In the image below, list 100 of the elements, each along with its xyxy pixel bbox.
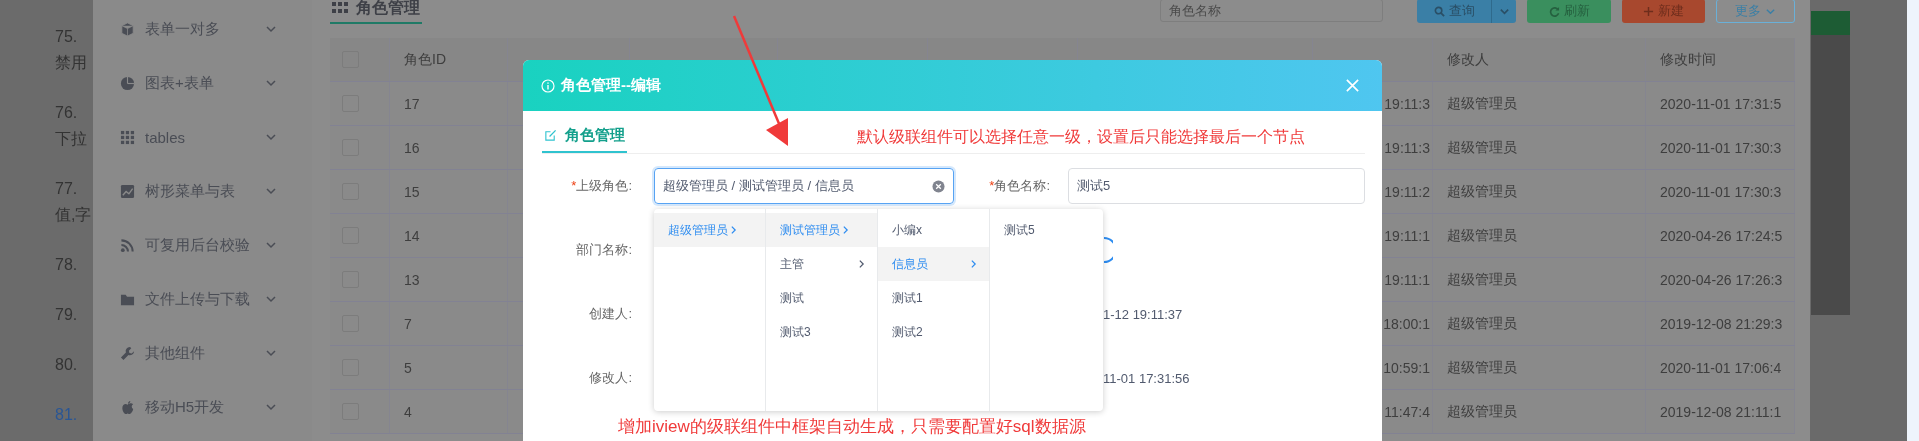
table-cell: 2019-12-08 21:11:1 — [1660, 403, 1782, 420]
cascader-field[interactable]: 超级管理员 / 测试管理员 / 信息员 — [654, 168, 954, 204]
table-cell: 2020-11-01 17:06:4 — [1660, 359, 1782, 376]
close-icon[interactable] — [1345, 78, 1360, 93]
rss-icon — [120, 237, 135, 253]
list-number: 78. — [55, 255, 79, 275]
table-cell: 超级管理员 — [1447, 314, 1517, 333]
annotation-text: 增加iview的级联组件中框架自动生成，只需要配置好sql数据源 — [618, 416, 1087, 438]
list-number: 81. — [55, 405, 79, 425]
field-label: 部门名称: — [576, 241, 632, 259]
grid-icon — [120, 129, 135, 145]
sidebar-item[interactable]: 移动H5开发 — [93, 380, 312, 434]
cascader-option[interactable]: 测试1 — [878, 281, 989, 315]
chevron-down-icon — [265, 131, 277, 143]
info-icon — [541, 78, 555, 93]
list-text: 禁用 — [55, 53, 88, 73]
table-cell: 10:59:1 — [1383, 359, 1430, 376]
sidebar-item[interactable]: 其他组件 — [93, 326, 312, 380]
search-icon — [1433, 5, 1445, 17]
refresh-icon — [1548, 5, 1560, 17]
dialog-title: 角色管理--编辑 — [561, 76, 661, 95]
list-number: 77. — [55, 179, 79, 199]
fruit-icon — [120, 399, 135, 415]
grid-icon — [332, 2, 348, 14]
field-label: *上级角色: — [571, 177, 632, 195]
chevron-down-icon — [265, 347, 277, 359]
dropdown-button[interactable] — [1491, 0, 1516, 23]
cascader-option[interactable]: 测试2 — [878, 315, 989, 349]
table-cell: 19:11:2 — [1384, 183, 1430, 200]
chevron-down-icon — [265, 293, 277, 305]
table-cell: 2019-12-08 21:29:3 — [1660, 315, 1783, 332]
list-number: 80. — [55, 355, 79, 375]
table-cell: 2020-04-26 17:24:5 — [1660, 227, 1783, 244]
table-cell: 13 — [404, 271, 420, 288]
chevron-down-icon — [265, 185, 277, 197]
table-cell: 2020-04-26 17:26:3 — [1660, 271, 1783, 288]
cascader-option[interactable]: 测试管理员 — [766, 213, 877, 247]
wrench-icon — [120, 345, 135, 361]
table-cell: 18:00:1 — [1383, 315, 1430, 332]
search-field[interactable]: 角色名称 — [1160, 0, 1383, 22]
field-label: 修改人: — [589, 369, 632, 387]
column-header: 修改人 — [1447, 50, 1489, 69]
page-title: 角色管理 — [330, 0, 422, 24]
sidebar-item[interactable]: 可复用后台校验 — [93, 218, 312, 272]
table-cell: 超级管理员 — [1447, 138, 1517, 157]
tab[interactable]: 角色管理 — [542, 126, 627, 153]
cascader-option[interactable]: 测试5 — [990, 213, 1102, 247]
search-button[interactable]: 查询 — [1417, 0, 1491, 23]
table-cell: 超级管理员 — [1447, 270, 1517, 289]
input-field[interactable]: 测试5 — [1068, 168, 1365, 204]
plus-icon — [1643, 5, 1654, 17]
table-cell: 超级管理员 — [1447, 182, 1517, 201]
cascader-option[interactable]: 小编x — [878, 213, 989, 247]
toggle-edge-icon[interactable] — [1103, 237, 1113, 263]
chevron-down-icon — [265, 23, 277, 35]
cascader-option[interactable]: 主管 — [766, 247, 877, 281]
table-cell: 超级管理员 — [1447, 94, 1517, 113]
table-cell: 2020-11-01 17:31:5 — [1660, 95, 1782, 112]
table-cell: 19:11:3 — [1384, 95, 1430, 112]
line-chart-icon — [120, 183, 135, 199]
table-cell: 19:11:1 — [1384, 271, 1430, 288]
table-cell: 4 — [404, 403, 412, 420]
table-cell: 7 — [404, 315, 412, 332]
list-text: 值,字 — [55, 205, 93, 225]
list-number: 76. — [55, 103, 79, 123]
chevron-down-icon — [265, 239, 277, 251]
table-cell: 超级管理员 — [1447, 402, 1517, 421]
table-cell: 2020-11-01 17:30:3 — [1660, 183, 1782, 200]
field-value: 1-12 19:11:37 — [1103, 306, 1183, 322]
pie-chart-icon — [120, 75, 135, 91]
column-header: 修改时间 — [1660, 50, 1716, 69]
chevron-down-icon — [265, 77, 277, 89]
table-cell: 15 — [404, 183, 420, 200]
sidebar-item[interactable]: 图表+表单 — [93, 56, 312, 110]
list-number: 75. — [55, 27, 79, 47]
field-label: *角色名称: — [989, 177, 1050, 195]
table-cell: 超级管理员 — [1447, 226, 1517, 245]
table-cell: 11:47:4 — [1384, 403, 1430, 420]
list-number: 79. — [55, 305, 79, 325]
field-value: 11-01 17:31:56 — [1103, 370, 1190, 386]
edit-icon — [544, 129, 557, 142]
chevron-down-icon — [265, 401, 277, 413]
field-label: 创建人: — [589, 305, 632, 323]
sidebar-item[interactable]: 树形菜单与表 — [93, 164, 312, 218]
column-header: 角色ID — [404, 50, 446, 69]
list-text: 下拉 — [55, 129, 88, 149]
table-cell: 19:11:1 — [1384, 227, 1430, 244]
table-cell: 14 — [404, 227, 420, 244]
table-cell: 5 — [404, 359, 412, 376]
cube-icon — [120, 21, 135, 37]
clear-icon[interactable] — [932, 179, 945, 193]
cascader-option[interactable]: 测试3 — [766, 315, 877, 349]
table-cell: 2020-11-01 17:30:3 — [1660, 139, 1782, 156]
table-cell: 19:11:3 — [1384, 139, 1430, 156]
cascader-option[interactable]: 信息员 — [878, 247, 989, 281]
sidebar-item[interactable]: 文件上传与下载 — [93, 272, 312, 326]
table-cell: 16 — [404, 139, 420, 156]
sidebar-item[interactable]: tables — [93, 110, 312, 164]
cascader-option[interactable]: 测试 — [766, 281, 877, 315]
cascader-option[interactable]: 超级管理员 — [654, 213, 765, 247]
